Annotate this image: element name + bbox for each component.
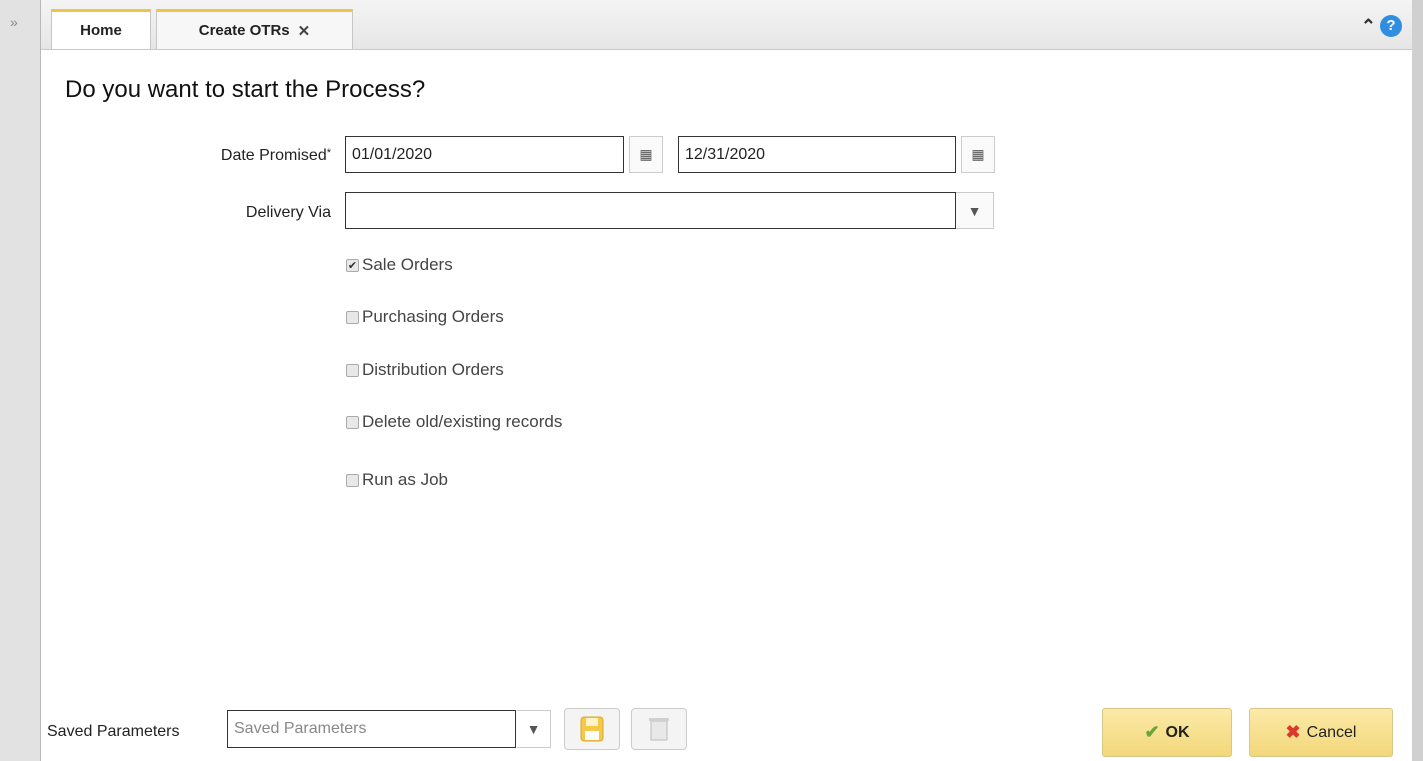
right-border xyxy=(1412,0,1423,761)
tab-create-otrs[interactable]: Create OTRs ✕ xyxy=(156,9,353,49)
delivery-via-label: Delivery Via xyxy=(245,204,331,221)
trash-icon xyxy=(649,718,669,741)
date-from-input[interactable]: 01/01/2020 xyxy=(345,136,624,173)
checkbox[interactable] xyxy=(346,363,359,377)
checkbox[interactable] xyxy=(346,310,359,324)
checkbox-label: Purchasing Orders xyxy=(362,307,504,326)
date-to-input[interactable]: 12/31/2020 xyxy=(678,136,956,173)
checkmark-icon: ✔ xyxy=(1144,722,1160,742)
checkbox-label: Delete old/existing records xyxy=(362,412,563,431)
page-title: Do you want to start the Process? xyxy=(65,76,426,103)
saved-parameters-input[interactable]: Saved Parameters xyxy=(227,710,516,748)
checkbox-run-as-job[interactable]: Run as Job xyxy=(346,470,448,490)
checkbox-label: Distribution Orders xyxy=(362,360,504,379)
help-icon[interactable]: ? xyxy=(1380,15,1402,37)
checkbox-distribution-orders[interactable]: Distribution Orders xyxy=(346,360,504,380)
chevron-down-icon[interactable]: ▼ xyxy=(517,710,551,748)
calendar-icon[interactable]: ▦ xyxy=(961,136,995,173)
checkbox[interactable] xyxy=(346,415,359,429)
expand-panel-icon[interactable]: » xyxy=(10,14,18,30)
checkbox-delete-old-records[interactable]: Delete old/existing records xyxy=(346,412,562,432)
saved-parameters-label: Saved Parameters xyxy=(47,723,180,740)
checkbox-purchasing-orders[interactable]: Purchasing Orders xyxy=(346,307,504,327)
side-panel-strip: » xyxy=(0,0,40,761)
save-icon xyxy=(580,716,604,742)
tab-home-label: Home xyxy=(80,22,122,39)
tab-create-otrs-label: Create OTRs xyxy=(198,22,290,39)
tab-home[interactable]: Home xyxy=(51,9,151,49)
ok-button[interactable]: ✔ OK xyxy=(1102,708,1232,757)
checkbox-sale-orders[interactable]: ✔ Sale Orders xyxy=(346,255,453,275)
ok-button-label: OK xyxy=(1165,723,1190,741)
delete-parameters-button[interactable] xyxy=(631,708,687,750)
calendar-icon[interactable]: ▦ xyxy=(629,136,663,173)
checkbox[interactable]: ✔ xyxy=(346,258,359,272)
collapse-icon[interactable]: ⌃ xyxy=(1361,16,1376,37)
date-promised-label-text: Date Promised xyxy=(220,147,327,164)
checkbox[interactable] xyxy=(346,473,359,487)
process-form: Do you want to start the Process? Date P… xyxy=(41,50,1412,761)
checkbox-label: Sale Orders xyxy=(362,255,453,274)
delivery-via-select[interactable] xyxy=(345,192,956,229)
cancel-x-icon: ✖ xyxy=(1285,722,1301,742)
cancel-button[interactable]: ✖ Cancel xyxy=(1249,708,1393,757)
cancel-button-label: Cancel xyxy=(1306,723,1357,741)
required-asterisk: * xyxy=(326,147,331,159)
chevron-down-icon[interactable]: ▼ xyxy=(956,192,994,229)
close-tab-icon[interactable]: ✕ xyxy=(298,22,311,40)
checkbox-label: Run as Job xyxy=(362,470,448,489)
date-promised-label: Date Promised* xyxy=(151,147,331,165)
tab-bar: Home Create OTRs ✕ ⌃ ? xyxy=(41,0,1412,50)
save-parameters-button[interactable] xyxy=(564,708,620,750)
